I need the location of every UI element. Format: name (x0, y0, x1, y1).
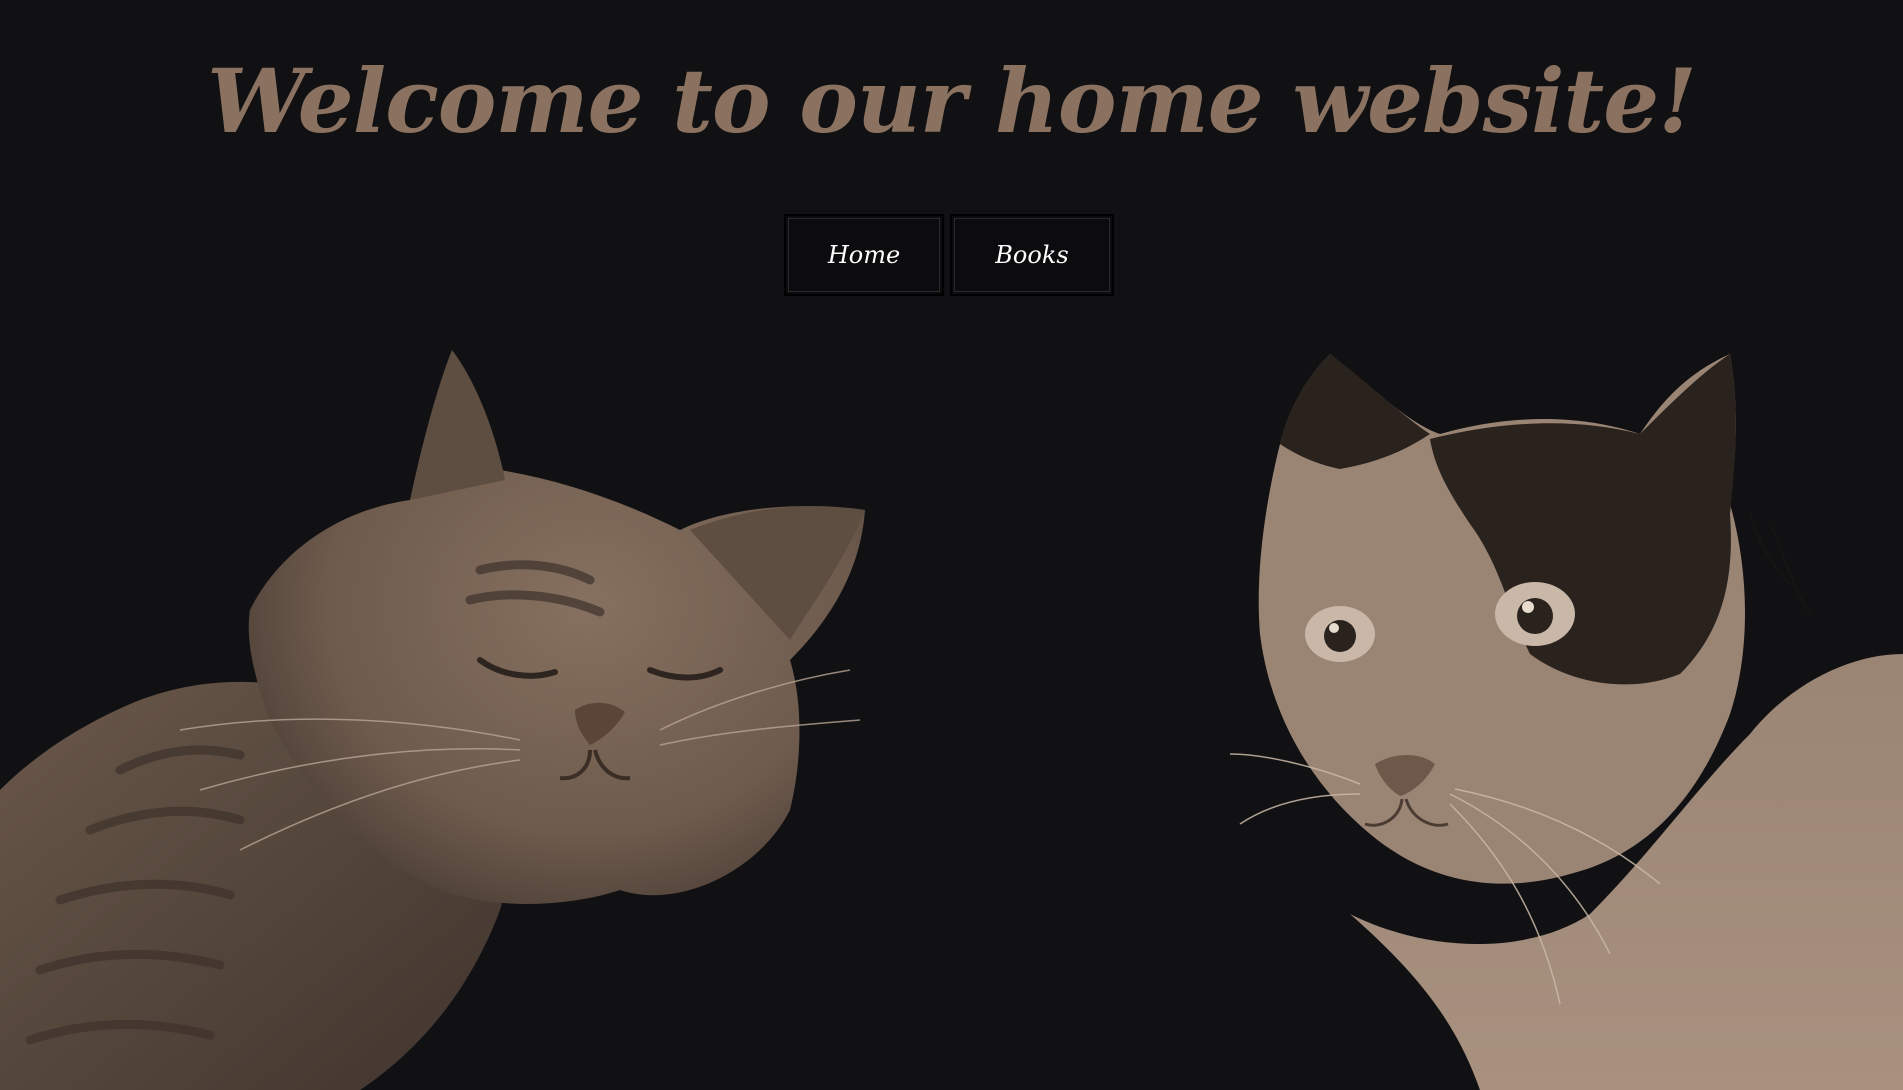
nav-books-button[interactable]: Books (950, 214, 1114, 296)
page-title: Welcome to our home website! (207, 49, 1697, 153)
tabby-cat-image (0, 350, 866, 1090)
main-nav: Home Books (784, 214, 1114, 296)
nav-home-button[interactable]: Home (784, 214, 944, 296)
black-white-cat-image (1230, 354, 1903, 1090)
